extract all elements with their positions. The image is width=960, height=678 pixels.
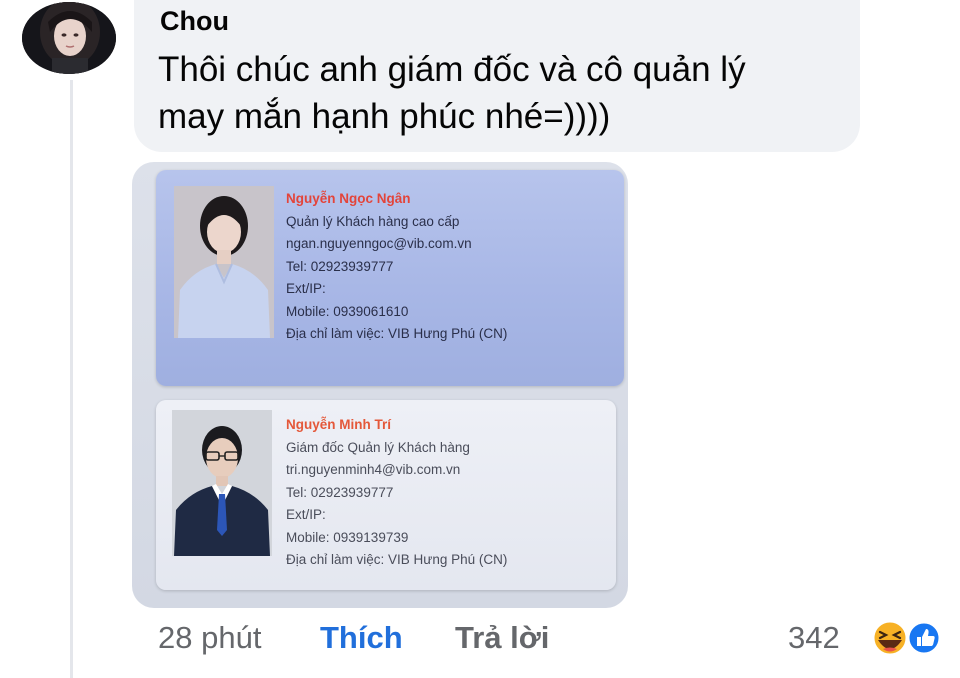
card-ext: Ext/IP: <box>286 507 326 522</box>
comment-bubble: Chou Thôi chúc anh giám đốc và cô quản l… <box>134 0 860 152</box>
reaction-icons[interactable] <box>866 618 944 658</box>
comment-author[interactable]: Chou <box>160 6 229 37</box>
comment-text-line-1: Thôi chúc anh giám đốc và cô quản lý <box>158 50 746 89</box>
card-info-manager: Nguyễn Ngọc Ngân Quản lý Khách hàng cao … <box>286 188 507 346</box>
card-tel: Tel: 02923939777 <box>286 484 394 500</box>
card-name: Nguyễn Ngọc Ngân <box>286 191 411 206</box>
reply-button[interactable]: Trả lời <box>455 620 549 656</box>
card-address: Địa chỉ làm việc: VIB Hưng Phú (CN) <box>286 552 508 567</box>
card-info-director: Nguyễn Minh Trí Giám đốc Quản lý Khách h… <box>286 414 507 572</box>
card-title: Quản lý Khách hàng cao cấp <box>286 213 460 229</box>
comment-text: Thôi chúc anh giám đốc và cô quản lý may… <box>158 46 746 140</box>
like-button[interactable]: Thích <box>320 620 403 656</box>
portrait-woman <box>174 186 274 338</box>
comment-text-line-2: may mắn hạnh phúc nhé=)))) <box>158 97 611 136</box>
thread-line <box>70 80 73 678</box>
card-ext: Ext/IP: <box>286 281 326 296</box>
card-mobile: Mobile: 0939061610 <box>286 303 409 319</box>
business-card-director: Nguyễn Minh Trí Giám đốc Quản lý Khách h… <box>156 400 616 590</box>
card-address: Địa chỉ làm việc: VIB Hưng Phú (CN) <box>286 326 508 341</box>
comment-timestamp[interactable]: 28 phút <box>158 620 261 656</box>
reaction-count[interactable]: 342 <box>788 620 840 656</box>
card-email: tri.nguyenminh4@vib.com.vn <box>286 462 461 477</box>
business-card-manager: Nguyễn Ngọc Ngân Quản lý Khách hàng cao … <box>156 170 624 386</box>
card-tel: Tel: 02923939777 <box>286 258 394 274</box>
like-icon <box>906 620 942 656</box>
portrait-man <box>172 410 272 556</box>
haha-icon <box>871 619 909 657</box>
photo-attachment[interactable]: Nguyễn Ngọc Ngân Quản lý Khách hàng cao … <box>132 162 628 608</box>
card-title: Giám đốc Quản lý Khách hàng <box>286 439 470 455</box>
avatar[interactable] <box>22 2 116 74</box>
card-mobile: Mobile: 0939139739 <box>286 529 409 545</box>
card-name: Nguyễn Minh Trí <box>286 417 392 432</box>
avatar-image <box>22 2 116 74</box>
card-email: ngan.nguyenngoc@vib.com.vn <box>286 236 472 251</box>
